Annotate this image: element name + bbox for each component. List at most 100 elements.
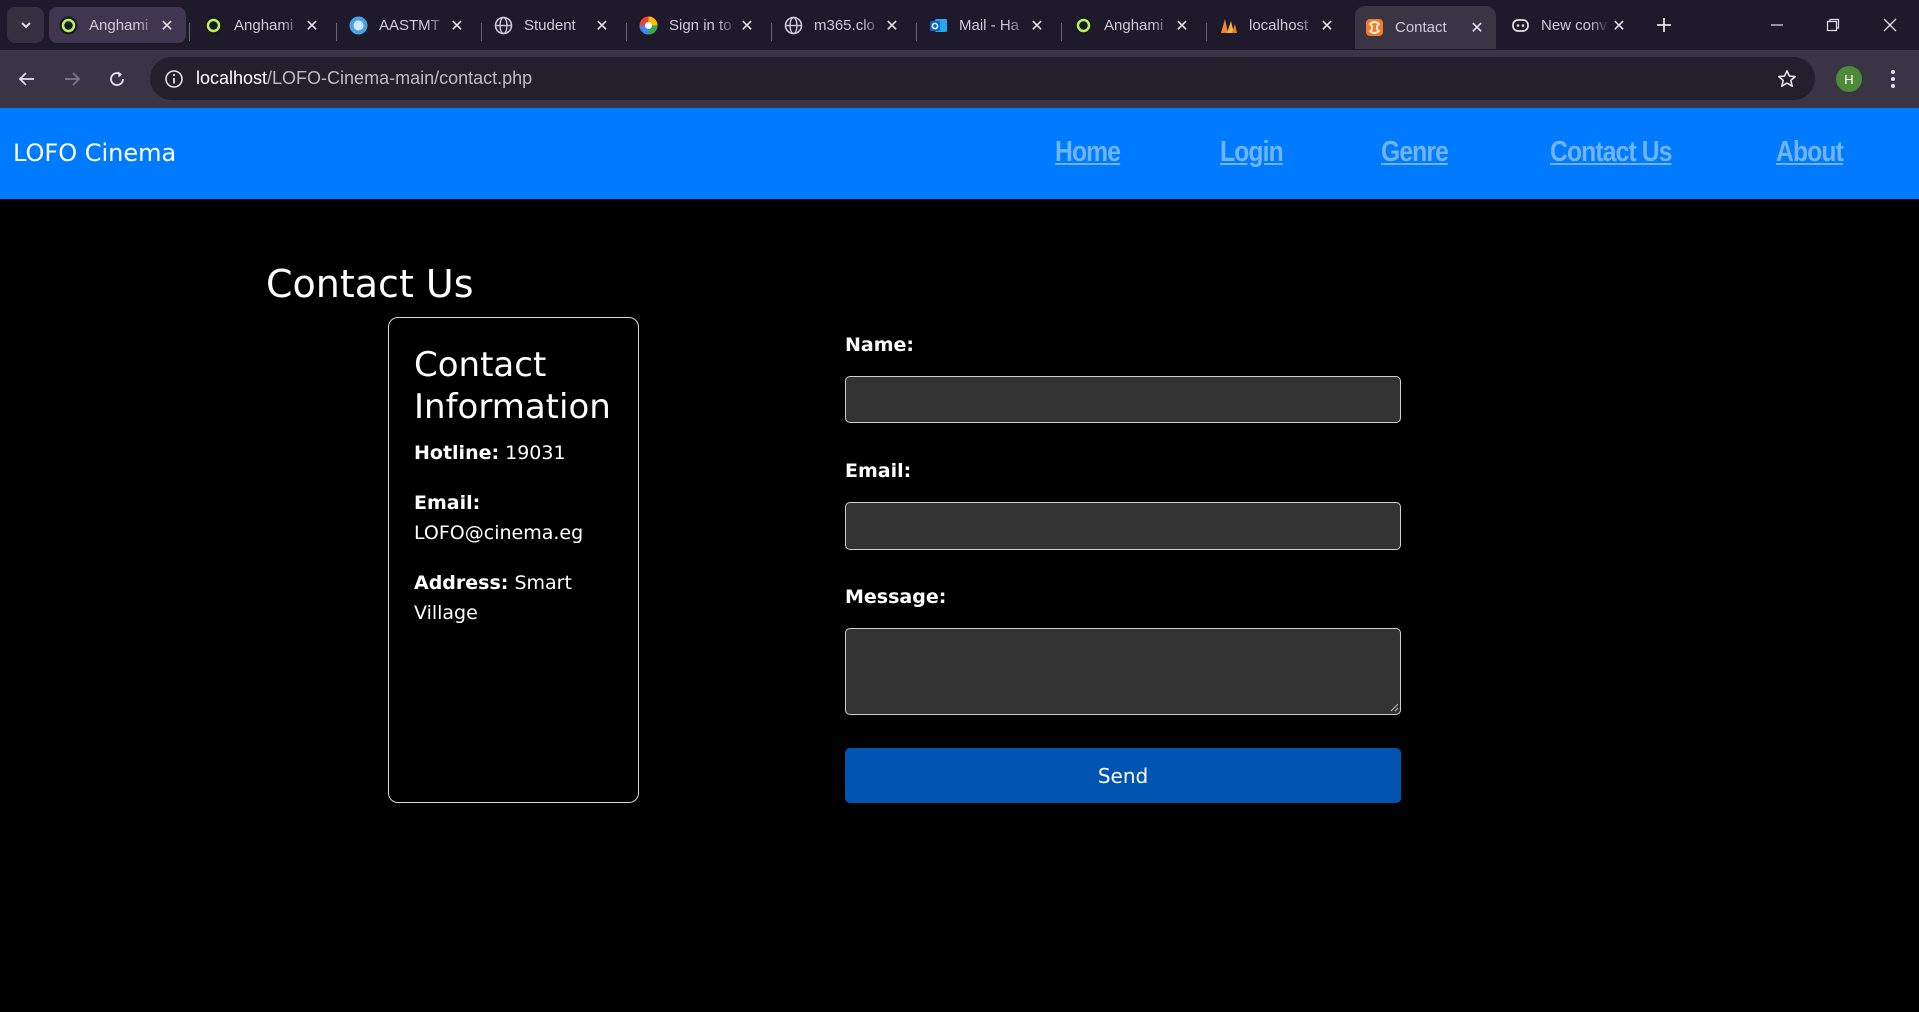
browser-toolbar: localhost/LOFO-Cinema-main/contact.php H [0, 50, 1919, 108]
browser-tab[interactable]: New conv ✕ [1501, 7, 1638, 43]
chevron-down-icon [20, 22, 31, 29]
nav-link-contact-us[interactable]: Contact Us [1550, 136, 1672, 169]
tab-divider [626, 23, 627, 41]
close-icon[interactable]: ✕ [1610, 16, 1628, 35]
close-icon[interactable]: ✕ [1468, 18, 1486, 37]
tab-divider [771, 23, 772, 41]
copilot-icon [1511, 16, 1530, 35]
address-line: Address: Smart Village [414, 568, 574, 628]
send-button[interactable]: Send [845, 748, 1401, 803]
address-bar[interactable]: localhost/LOFO-Cinema-main/contact.php [150, 57, 1815, 100]
close-icon[interactable]: ✕ [593, 16, 611, 35]
tab-title: localhost [1249, 16, 1309, 34]
browser-menu-icon[interactable] [1879, 65, 1907, 93]
tab-divider [1061, 23, 1062, 41]
tab-title: Anghami [89, 16, 149, 34]
url-path: /LOFO-Cinema-main/contact.php [267, 68, 533, 88]
bookmark-star-icon[interactable] [1774, 66, 1800, 92]
browser-tab[interactable]: Anghami ✕ [1064, 7, 1201, 43]
browser-tab-active[interactable]: Contact ✕ [1355, 6, 1496, 49]
info-icon[interactable] [162, 67, 185, 90]
anghami-icon [59, 16, 78, 35]
back-button[interactable] [13, 65, 41, 93]
reload-button[interactable] [103, 65, 131, 93]
nav-link-about[interactable]: About [1776, 136, 1844, 169]
anghami-icon [204, 16, 223, 35]
globe-icon [494, 16, 513, 35]
nav-link-login[interactable]: Login [1220, 136, 1284, 169]
email-line: Email: LOFO@cinema.eg [414, 488, 624, 548]
tab-title: Contact [1395, 19, 1447, 36]
tab-search-button[interactable] [7, 7, 44, 43]
outlook-icon [929, 16, 948, 35]
contact-info-heading: Contact Information [414, 345, 611, 427]
new-tab-button[interactable] [1650, 11, 1678, 39]
tab-title: Anghami [234, 16, 294, 34]
message-textarea[interactable] [845, 628, 1401, 715]
resize-grip-icon[interactable] [1389, 702, 1399, 712]
tab-divider [336, 23, 337, 41]
restore-icon [1826, 18, 1840, 32]
tab-divider [916, 23, 917, 41]
minimize-icon [1771, 24, 1783, 26]
browser-tab[interactable]: AASTMT ✕ [339, 7, 476, 43]
close-icon[interactable]: ✕ [303, 16, 321, 35]
browser-tab[interactable]: Anghami ✕ [194, 7, 331, 43]
email-input[interactable] [845, 502, 1401, 550]
tab-divider [189, 23, 190, 41]
url-text[interactable]: localhost/LOFO-Cinema-main/contact.php [196, 68, 532, 89]
close-icon[interactable]: ✕ [448, 16, 466, 35]
microsoft-icon [639, 16, 658, 35]
minimize-button[interactable] [1763, 11, 1791, 39]
xampp-icon [1365, 18, 1384, 37]
aastmt-icon [349, 16, 368, 35]
browser-tab[interactable]: localhost ✕ [1209, 7, 1346, 43]
address-label: Address: [414, 572, 509, 594]
email-label: Email: [414, 492, 481, 514]
close-icon[interactable]: ✕ [1173, 16, 1191, 35]
nav-link-home[interactable]: Home [1055, 136, 1121, 169]
email-value: LOFO@cinema.eg [414, 522, 584, 544]
globe-icon [784, 16, 803, 35]
tab-title: AASTMT [379, 16, 440, 34]
browser-tab[interactable]: Anghami ✕ [49, 7, 186, 43]
anghami-icon [1074, 16, 1093, 35]
close-icon[interactable]: ✕ [883, 16, 901, 35]
tab-title: Sign in to [669, 16, 732, 34]
tab-divider [481, 23, 482, 41]
email-field-label: Email: [845, 460, 912, 482]
reload-icon [110, 71, 124, 86]
arrow-left-icon [18, 72, 34, 86]
hotline-label: Hotline: [414, 442, 500, 464]
browser-tab[interactable]: m365.clo ✕ [774, 7, 911, 43]
xampp-icon [1219, 16, 1238, 35]
tab-title: New conv [1541, 16, 1607, 34]
tab-title: Student [524, 16, 576, 34]
nav-link-genre[interactable]: Genre [1381, 136, 1449, 169]
forward-button[interactable] [58, 65, 86, 93]
browser-tab[interactable]: Mail - Ha ✕ [919, 7, 1056, 43]
tab-title: Anghami [1104, 16, 1164, 34]
hotline-value: 19031 [505, 442, 566, 464]
close-icon[interactable]: ✕ [1028, 16, 1046, 35]
close-icon[interactable]: ✕ [738, 16, 756, 35]
browser-tab[interactable]: Sign in to ✕ [629, 7, 766, 43]
plus-icon [1657, 18, 1671, 32]
site-brand[interactable]: LOFO Cinema [13, 139, 176, 167]
close-icon[interactable]: ✕ [158, 16, 176, 35]
name-input[interactable] [845, 376, 1401, 423]
tab-title: m365.clo [814, 16, 875, 34]
close-icon[interactable]: ✕ [1318, 16, 1336, 35]
message-label: Message: [845, 586, 947, 608]
tab-divider [1206, 23, 1207, 41]
url-host: localhost [196, 68, 268, 88]
close-window-button[interactable] [1876, 11, 1904, 39]
restore-button[interactable] [1819, 11, 1847, 39]
hotline-line: Hotline: 19031 [414, 438, 624, 468]
arrow-right-icon [65, 72, 81, 86]
name-label: Name: [845, 334, 915, 356]
close-icon [1883, 18, 1897, 32]
profile-avatar[interactable]: H [1836, 66, 1862, 92]
browser-tab[interactable]: Student ✕ [484, 7, 621, 43]
tab-title: Mail - Ha [959, 16, 1020, 34]
